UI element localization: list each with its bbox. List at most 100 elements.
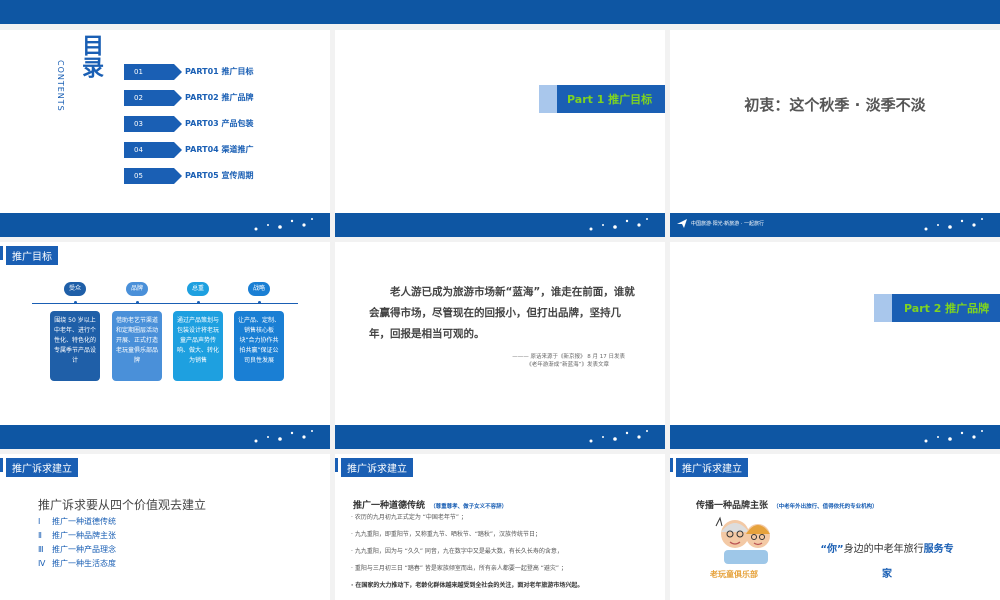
node-dot-icon bbox=[257, 301, 261, 304]
goal-node-label: 战略 bbox=[248, 282, 270, 296]
dots-decoration-icon bbox=[589, 430, 648, 443]
top-bar bbox=[0, 0, 1000, 24]
slide-tag: 推广诉求建立 bbox=[6, 458, 78, 477]
tradition-line: · 重阳与三月初三日 “踏春” 皆是家族倾室而出，所有亲人都要一起登高 “避灾”… bbox=[351, 565, 567, 572]
contents-item-num: 01 bbox=[124, 64, 174, 80]
arrow-icon bbox=[174, 142, 182, 158]
slide-part1[interactable]: Part 1 推广目标 bbox=[335, 30, 665, 237]
dots-decoration-icon bbox=[589, 218, 648, 231]
values-item-num: Ⅳ bbox=[38, 559, 46, 568]
contents-item-label: PART05 宣传周期 bbox=[185, 171, 254, 180]
footer-band bbox=[0, 213, 330, 237]
quote-text: 老人游已成为旅游市场新“蓝海”，谁走在前面，谁就会赢得市场，尽管现在的回报小，但… bbox=[369, 286, 635, 340]
airplane-icon bbox=[677, 219, 687, 228]
goal-node-label: 品牌 bbox=[126, 282, 148, 296]
brand-heading: 传播一种品牌主张 bbox=[696, 501, 769, 511]
goal-node-text: 通过产品策划与包装设计将老玩童产品声势传响、做大、转化为销售 bbox=[173, 311, 223, 381]
tag-accent bbox=[335, 458, 338, 472]
contents-item-label: PART03 产品包装 bbox=[185, 119, 254, 128]
node-dot-icon bbox=[73, 301, 77, 304]
contents-item-label: PART02 推广品牌 bbox=[185, 93, 254, 102]
contents-item-label: PART01 推广目标 bbox=[185, 67, 254, 76]
brand-claim-strong: 服务专 bbox=[923, 544, 954, 555]
values-list-item: Ⅳ 推广一种生活态度 bbox=[38, 558, 116, 572]
goal-node-text: 让产品、定制、销售核心板块“合力协作共拍共赢”保证公司良性发展 bbox=[234, 311, 284, 381]
quote-source-2: 《老年游渐成“新蓝海”》发表文章 bbox=[526, 362, 609, 368]
slide-intention[interactable]: 初衷：这个秋季 · 淡季不淡 中国旅游·阳光·新旅游 · 一起旅行 bbox=[670, 30, 1000, 237]
goal-node[interactable]: 受众 围绕 50 岁以上中老年、进行个性化、特色化的专属季节产品设计 bbox=[50, 282, 100, 381]
values-item-text: 推广一种道德传统 bbox=[52, 517, 116, 526]
brand-heading-note: （中老年外出旅行、值得依托的专业机构） bbox=[773, 504, 878, 510]
footer-band bbox=[0, 425, 330, 449]
brand-claim-end: 家 bbox=[882, 569, 892, 580]
goal-node-text: 借助老艺节渠道和定期圈层活动开展、正式打造老玩童俱乐部品牌 bbox=[112, 311, 162, 381]
goal-node[interactable]: 总重 通过产品策划与包装设计将老玩童产品声势传响、做大、转化为销售 bbox=[173, 282, 223, 381]
slide-quote[interactable]: 老人游已成为旅游市场新“蓝海”，谁走在前面，谁就会赢得市场，尽管现在的回报小，但… bbox=[335, 242, 665, 449]
brand-claim-prefix: “你” bbox=[820, 544, 844, 555]
node-dot-icon bbox=[135, 301, 139, 304]
part-title: Part 1 推广目标 bbox=[567, 93, 653, 106]
slide-tradition[interactable]: 推广诉求建立 推广一种道德传统 （尊重尊孝、做子女义不容辞） · 农历的九月初九… bbox=[335, 454, 665, 600]
tradition-line: · 在国家的大力推动下，老龄化群体越来越受到全社会的关注，面对老年旅游市场兴起。 bbox=[351, 582, 584, 589]
brand-logo-text: 中国旅游·阳光·新旅游 · 一起旅行 bbox=[691, 220, 764, 227]
footer-band: 中国旅游·阳光·新旅游 · 一起旅行 bbox=[670, 213, 1000, 237]
tradition-heading-row: 推广一种道德传统 （尊重尊孝、做子女义不容辞） bbox=[353, 493, 507, 512]
slide-goals[interactable]: 推广目标 受众 围绕 50 岁以上中老年、进行个性化、特色化的专属季节产品设计 … bbox=[0, 242, 330, 449]
contents-item-label: PART04 渠道推广 bbox=[185, 145, 254, 154]
part-title: Part 2 推广品牌 bbox=[904, 302, 990, 315]
slide-values[interactable]: 推广诉求建立 推广诉求要从四个价值观去建立 Ⅰ 推广一种道德传统 Ⅱ 推广一种品牌主… bbox=[0, 454, 330, 600]
values-item-text: 推广一种品牌主张 bbox=[52, 531, 116, 540]
club-logo-text: 老玩童俱乐部 bbox=[710, 570, 758, 579]
slide-part2[interactable]: Part 2 推广品牌 bbox=[670, 242, 1000, 449]
goal-node[interactable]: 战略 让产品、定制、销售核心板块“合力协作共拍共赢”保证公司良性发展 bbox=[234, 282, 284, 381]
dots-decoration-icon bbox=[924, 430, 983, 443]
goal-node[interactable]: 品牌 借助老艺节渠道和定期圈层活动开展、正式打造老玩童俱乐部品牌 bbox=[112, 282, 162, 381]
elderly-couple-illustration: 老玩童俱乐部 bbox=[710, 512, 780, 582]
part-accent-bar bbox=[874, 294, 892, 322]
footer-band bbox=[335, 213, 665, 237]
dots-decoration-icon bbox=[924, 218, 983, 231]
values-item-num: Ⅱ bbox=[38, 531, 42, 540]
slide-brand[interactable]: 推广诉求建立 传播一种品牌主张 （中老年外出旅行、值得依托的专业机构） 老玩童俱… bbox=[670, 454, 1000, 600]
tradition-line: · 九九重阳，因为与 “久久” 同音，九在数字中又是最大数，有长久长寿的含意， bbox=[351, 548, 563, 555]
goal-node-label: 受众 bbox=[64, 282, 86, 296]
contents-item-num: 05 bbox=[124, 168, 174, 184]
part-accent-bar bbox=[539, 85, 557, 113]
footer-band bbox=[670, 425, 1000, 449]
quote-source-1: ——— 原话来源于《新京报》 8 月 17 日发表 bbox=[512, 354, 625, 360]
slide-tag: 推广诉求建立 bbox=[676, 458, 748, 477]
node-dot-icon bbox=[196, 301, 200, 304]
footer-band bbox=[335, 425, 665, 449]
tradition-lines: · 农历的九月初九正式定为 “中国老年节” ； · 九九重阳，即重阳节，又称重九… bbox=[351, 512, 661, 597]
arrow-icon bbox=[174, 64, 182, 80]
contents-subtitle: CONTENTS bbox=[56, 60, 65, 112]
elderly-couple-icon bbox=[715, 516, 770, 564]
goal-node-text: 围绕 50 岁以上中老年、进行个性化、特色化的专属季节产品设计 bbox=[50, 311, 100, 381]
values-item-text: 推广一种生活态度 bbox=[52, 559, 116, 568]
tag-accent bbox=[0, 246, 3, 260]
intention-heading: 初衷：这个秋季 · 淡季不淡 bbox=[744, 96, 926, 114]
dots-decoration-icon bbox=[254, 430, 313, 443]
values-item-text: 推广一种产品理念 bbox=[52, 545, 116, 554]
values-list-item: Ⅰ 推广一种道德传统 bbox=[38, 516, 116, 530]
tag-accent bbox=[0, 458, 3, 472]
values-list: Ⅰ 推广一种道德传统 Ⅱ 推广一种品牌主张 Ⅲ 推广一种产品理念 Ⅳ 推广一种生活态度 bbox=[38, 516, 116, 572]
contents-title: 目录 bbox=[78, 34, 103, 78]
values-item-num: Ⅲ bbox=[38, 545, 44, 554]
slide-tag: 推广目标 bbox=[6, 246, 58, 265]
contents-item-num: 03 bbox=[124, 116, 174, 132]
brand-heading-row: 传播一种品牌主张 （中老年外出旅行、值得依托的专业机构） bbox=[696, 493, 878, 512]
slide-grid: 目录 CONTENTS 01 PART01 推广目标 02 PART02 推广品… bbox=[0, 28, 1000, 600]
brand-claim: “你”身边的中老年旅行服务专 家 bbox=[802, 536, 972, 586]
tradition-line: · 农历的九月初九正式定为 “中国老年节” ； bbox=[351, 514, 467, 521]
brand-claim-mid: 身边的中老年旅行 bbox=[843, 544, 924, 555]
tradition-heading-note: （尊重尊孝、做子女义不容辞） bbox=[430, 504, 508, 510]
arrow-icon bbox=[174, 168, 182, 184]
slide-contents[interactable]: 目录 CONTENTS 01 PART01 推广目标 02 PART02 推广品… bbox=[0, 30, 330, 237]
contents-item-num: 04 bbox=[124, 142, 174, 158]
values-list-item: Ⅲ 推广一种产品理念 bbox=[38, 544, 116, 558]
values-heading: 推广诉求要从四个价值观去建立 bbox=[38, 498, 207, 512]
goal-node-label: 总重 bbox=[187, 282, 209, 296]
values-list-item: Ⅱ 推广一种品牌主张 bbox=[38, 530, 116, 544]
contents-item-num: 02 bbox=[124, 90, 174, 106]
